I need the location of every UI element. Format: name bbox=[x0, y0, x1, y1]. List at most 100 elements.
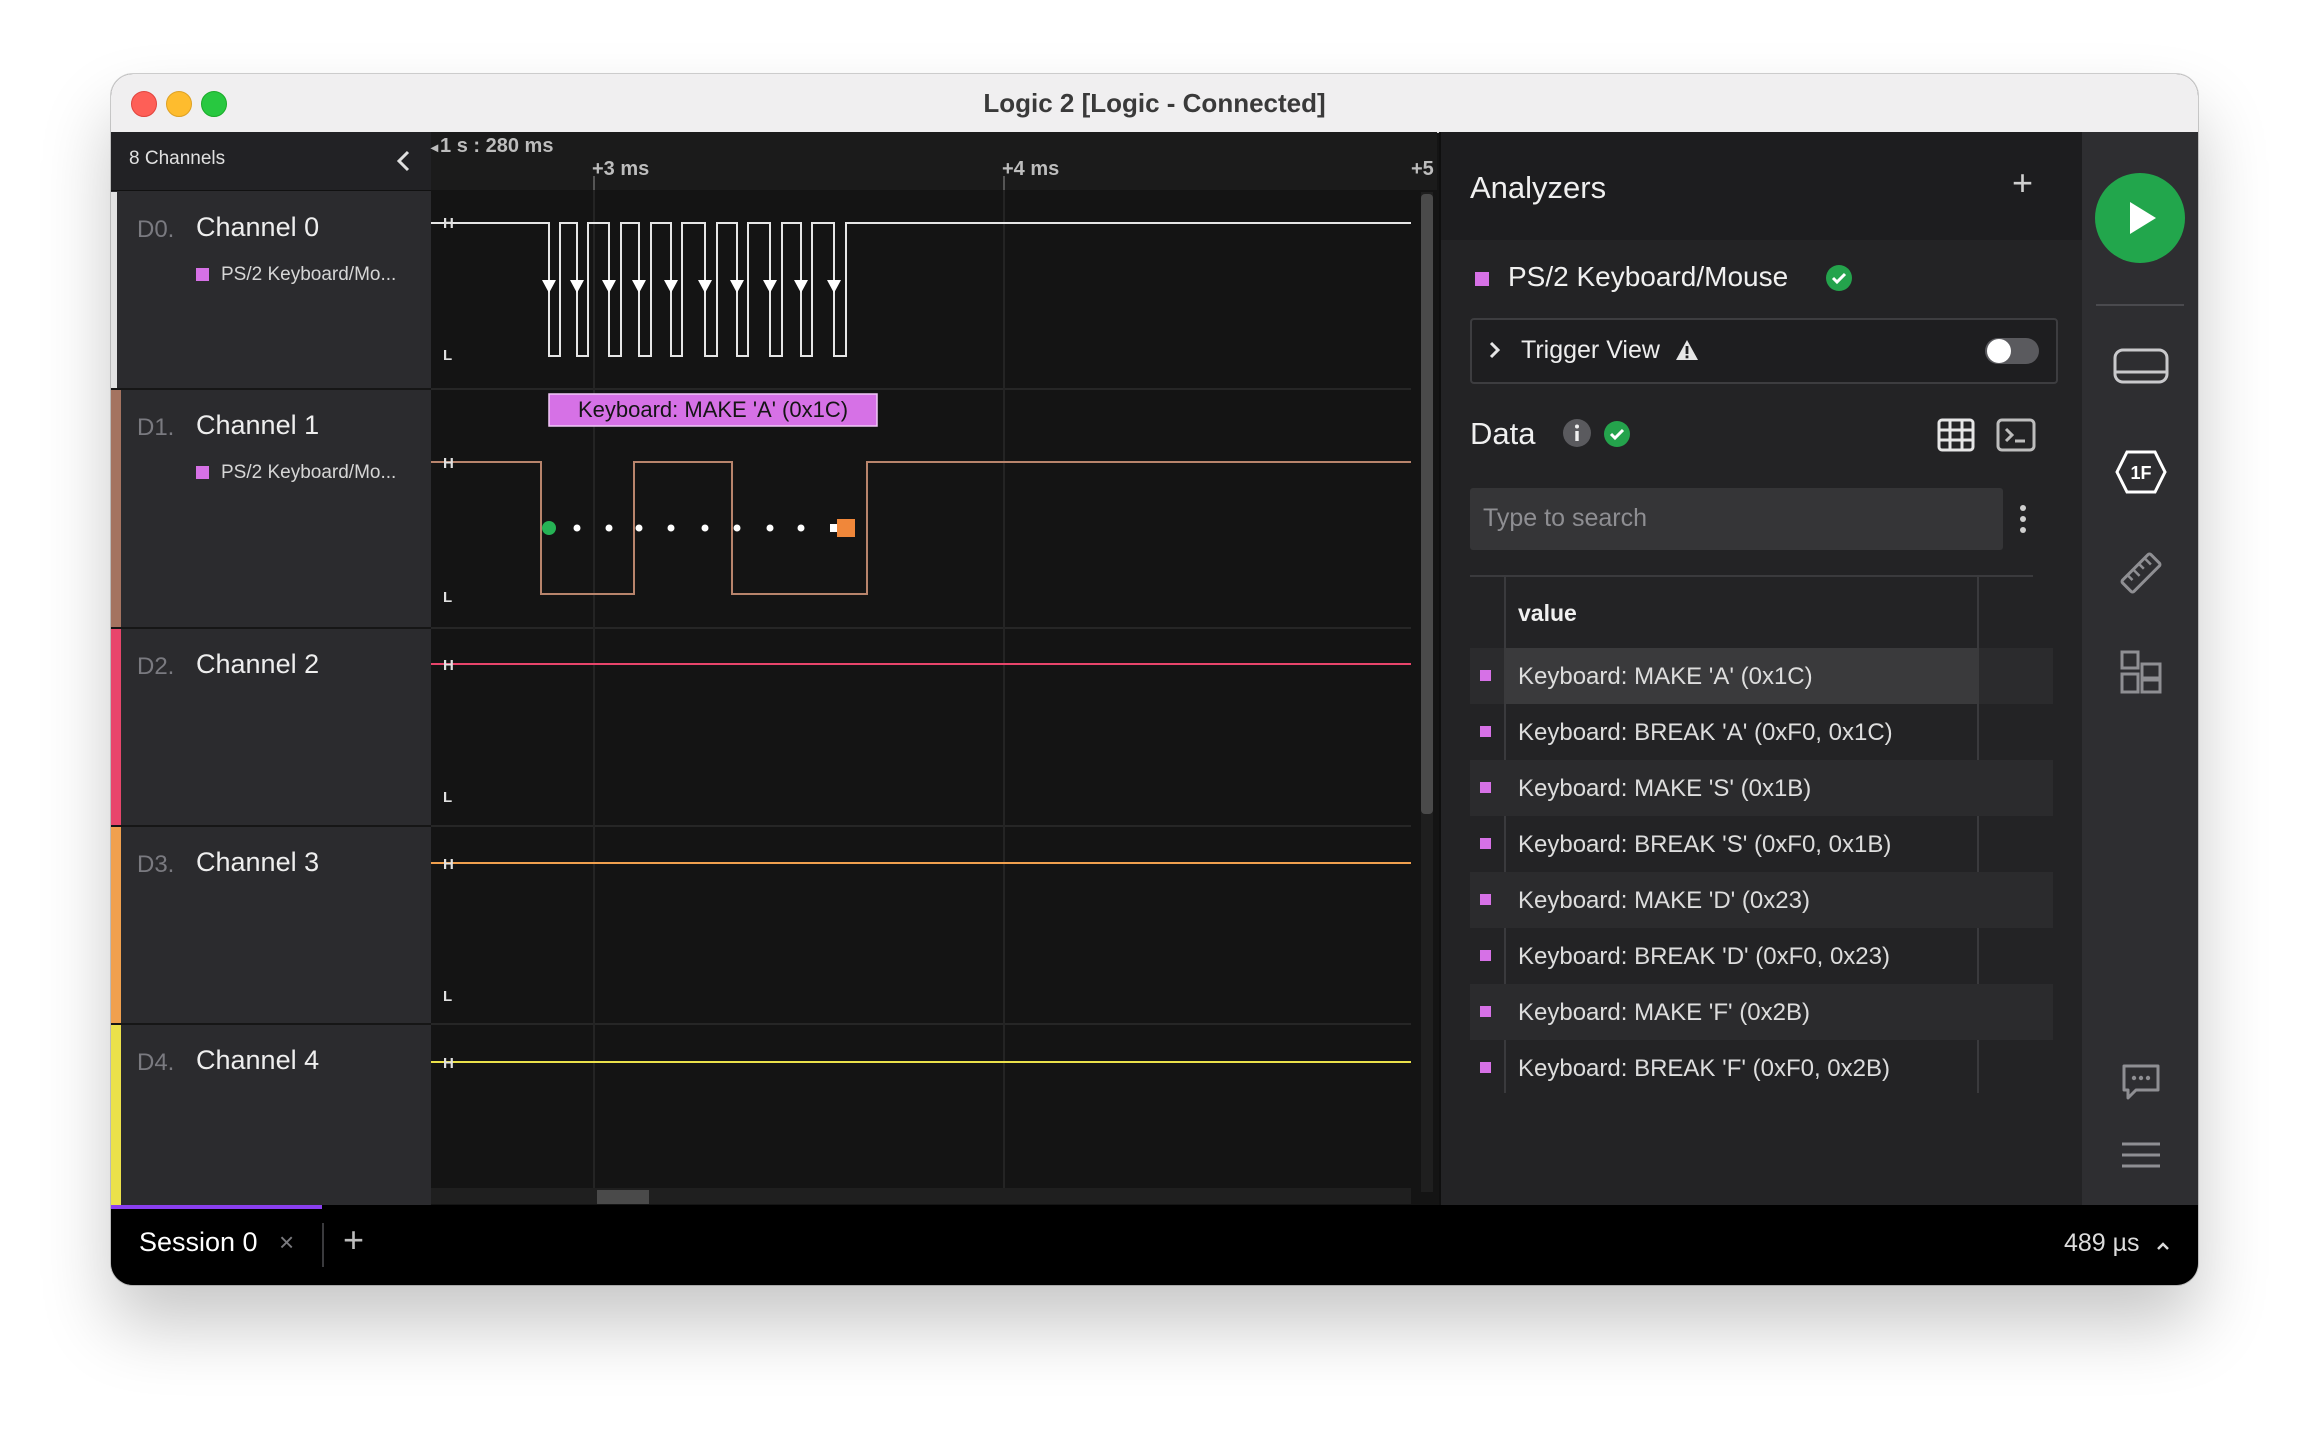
add-session-button[interactable]: + bbox=[343, 1219, 364, 1261]
toggle-knob bbox=[1987, 339, 2011, 363]
table-column-header[interactable]: value bbox=[1518, 600, 1577, 627]
channel-sidebar: 8 Channels D0. Channel 0 PS/2 Keyboard/M… bbox=[111, 132, 431, 1205]
data-title: Data bbox=[1470, 416, 1536, 451]
table-row[interactable]: Keyboard: MAKE 'A' (0x1C) bbox=[1470, 648, 2053, 704]
timeline-tick-label: +3 ms bbox=[592, 158, 650, 180]
table-row[interactable]: Keyboard: MAKE 'D' (0x23) bbox=[1470, 872, 2053, 928]
high-level-label: H bbox=[443, 215, 454, 232]
data-bit-markers bbox=[573, 524, 838, 532]
app-window: Logic 2 [Logic - Connected] 8 Channels D… bbox=[111, 74, 2198, 1285]
analyzer-color-swatch bbox=[196, 268, 209, 281]
terminal-view-icon[interactable] bbox=[1996, 418, 2036, 452]
channel-color-stripe bbox=[111, 192, 117, 388]
close-session-icon[interactable]: × bbox=[279, 1227, 294, 1258]
add-analyzer-button[interactable]: + bbox=[2012, 162, 2033, 204]
row-value: Keyboard: BREAK 'A' (0xF0, 0x1C) bbox=[1518, 719, 1893, 746]
channel-name: Channel 2 bbox=[196, 649, 320, 679]
channel-name: Channel 0 bbox=[196, 212, 320, 242]
channel-name: Channel 3 bbox=[196, 847, 320, 877]
row-value: Keyboard: BREAK 'D' (0xF0, 0x23) bbox=[1518, 943, 1890, 970]
analyzer-color-swatch bbox=[1475, 272, 1489, 286]
time-readout[interactable]: 489 µs bbox=[2064, 1229, 2140, 1258]
measure-icon[interactable] bbox=[2118, 550, 2164, 596]
session-tab[interactable]: Session 0 × bbox=[111, 1205, 322, 1285]
chevron-up-icon[interactable] bbox=[2155, 1239, 2171, 1253]
extensions-icon[interactable] bbox=[2120, 650, 2162, 694]
menu-icon[interactable] bbox=[2120, 1140, 2162, 1170]
title-bar: Logic 2 [Logic - Connected] bbox=[111, 74, 2198, 133]
tool-rail: 1F bbox=[2082, 132, 2198, 1205]
analyzer-1f-icon[interactable]: 1F bbox=[2115, 450, 2167, 494]
channel-index: D2. bbox=[137, 653, 175, 680]
horizontal-scrollbar-thumb[interactable] bbox=[597, 1190, 649, 1204]
trigger-view-toggle[interactable] bbox=[1985, 338, 2039, 364]
channel-index: D1. bbox=[137, 414, 175, 441]
channel-row-1[interactable]: D1. Channel 1 PS/2 Keyboard/Mo... bbox=[111, 390, 431, 629]
table-row[interactable]: Keyboard: BREAK 'D' (0xF0, 0x23) bbox=[1470, 928, 2053, 984]
low-level-label: L bbox=[443, 347, 452, 364]
channel-sidebar-header: 8 Channels bbox=[111, 132, 431, 191]
channel-row-0[interactable]: D0. Channel 0 PS/2 Keyboard/Mo... bbox=[111, 192, 431, 390]
row-value: Keyboard: MAKE 'D' (0x23) bbox=[1518, 887, 1810, 914]
analyzers-title: Analyzers bbox=[1470, 170, 1607, 205]
high-level-label: H bbox=[443, 1055, 454, 1072]
timeline-origin: ◂ 1 s : 280 ms bbox=[431, 135, 554, 157]
tab-divider bbox=[322, 1223, 324, 1267]
channel-index: D3. bbox=[137, 851, 175, 878]
channel-name: Channel 1 bbox=[196, 410, 320, 440]
row-color-swatch bbox=[1480, 950, 1491, 961]
session-bar: Session 0 × + 489 µs bbox=[111, 1205, 2198, 1285]
high-level-label: H bbox=[443, 657, 454, 674]
table-view-icon[interactable] bbox=[1937, 418, 1975, 452]
table-row[interactable]: Keyboard: MAKE 'F' (0x2B) bbox=[1470, 984, 2053, 1040]
row-color-swatch bbox=[1480, 726, 1491, 737]
low-level-label: L bbox=[443, 589, 452, 606]
channel-analyzer-label: PS/2 Keyboard/Mo... bbox=[196, 462, 396, 484]
analyzer-color-swatch bbox=[196, 466, 209, 479]
feedback-icon[interactable] bbox=[2120, 1062, 2162, 1102]
row-value: Keyboard: BREAK 'S' (0xF0, 0x1B) bbox=[1518, 831, 1892, 858]
channel-name: Channel 4 bbox=[196, 1045, 320, 1075]
high-level-label: H bbox=[443, 455, 454, 472]
warning-icon bbox=[1676, 340, 1698, 360]
analyzers-panel: Analyzers + PS/2 Keyboard/Mouse Trigger … bbox=[1439, 132, 2084, 1205]
session-tab-label: Session 0 bbox=[139, 1227, 258, 1257]
channel-row-2[interactable]: D2. Channel 2 bbox=[111, 629, 431, 827]
table-row[interactable]: Keyboard: MAKE 'S' (0x1B) bbox=[1470, 760, 2053, 816]
table-row[interactable]: Keyboard: BREAK 'A' (0xF0, 0x1C) bbox=[1470, 704, 2053, 760]
table-row[interactable]: Keyboard: BREAK 'F' (0xF0, 0x2B) bbox=[1470, 1040, 2053, 1096]
row-color-swatch bbox=[1480, 782, 1491, 793]
info-icon[interactable] bbox=[1562, 418, 1592, 448]
trigger-view-label: Trigger View bbox=[1521, 336, 1660, 364]
channel-analyzer-label: PS/2 Keyboard/Mo... bbox=[196, 264, 396, 286]
more-options-icon[interactable] bbox=[2015, 502, 2031, 536]
timeline-tick-label: +4 ms bbox=[1002, 158, 1060, 180]
timeline-origin-marker: ◂ bbox=[431, 139, 439, 155]
search-input[interactable]: Type to search bbox=[1470, 488, 2003, 550]
waveform-view[interactable]: H L Keyboard: MAKE 'A' (0x1C) H L H L H … bbox=[431, 132, 1437, 1205]
channel-row-3[interactable]: D3. Channel 3 bbox=[111, 827, 431, 1025]
play-icon[interactable] bbox=[2094, 172, 2186, 264]
table-row[interactable]: Keyboard: BREAK 'S' (0xF0, 0x1B) bbox=[1470, 816, 2053, 872]
analyzer-ok-icon bbox=[1826, 265, 1852, 291]
channel-index: D0. bbox=[137, 216, 175, 243]
search-placeholder: Type to search bbox=[1483, 504, 1647, 532]
waveform-canvas[interactable]: H L Keyboard: MAKE 'A' (0x1C) H L H L H … bbox=[431, 132, 1437, 1205]
timeline-header bbox=[431, 132, 1437, 190]
analyzer-name[interactable]: PS/2 Keyboard/Mouse bbox=[1508, 261, 1788, 293]
channel-row-4[interactable]: D4. Channel 4 bbox=[111, 1025, 431, 1205]
table-top-border bbox=[1470, 575, 2033, 577]
channel-color-stripe bbox=[111, 1025, 121, 1205]
channel-color-stripe bbox=[111, 629, 121, 825]
row-value: Keyboard: MAKE 'A' (0x1C) bbox=[1518, 663, 1813, 690]
vertical-scrollbar-thumb[interactable] bbox=[1421, 194, 1433, 814]
chevron-right-icon[interactable] bbox=[1487, 339, 1503, 361]
data-ok-icon bbox=[1604, 421, 1630, 447]
start-bit-marker bbox=[542, 521, 556, 535]
row-color-swatch bbox=[1480, 1006, 1491, 1017]
decoded-frame-label: Keyboard: MAKE 'A' (0x1C) bbox=[578, 397, 848, 422]
low-level-label: L bbox=[443, 789, 452, 806]
device-icon[interactable] bbox=[2112, 346, 2170, 388]
collapse-sidebar-icon[interactable] bbox=[394, 148, 414, 174]
horizontal-scrollbar-track[interactable] bbox=[431, 1188, 1411, 1204]
